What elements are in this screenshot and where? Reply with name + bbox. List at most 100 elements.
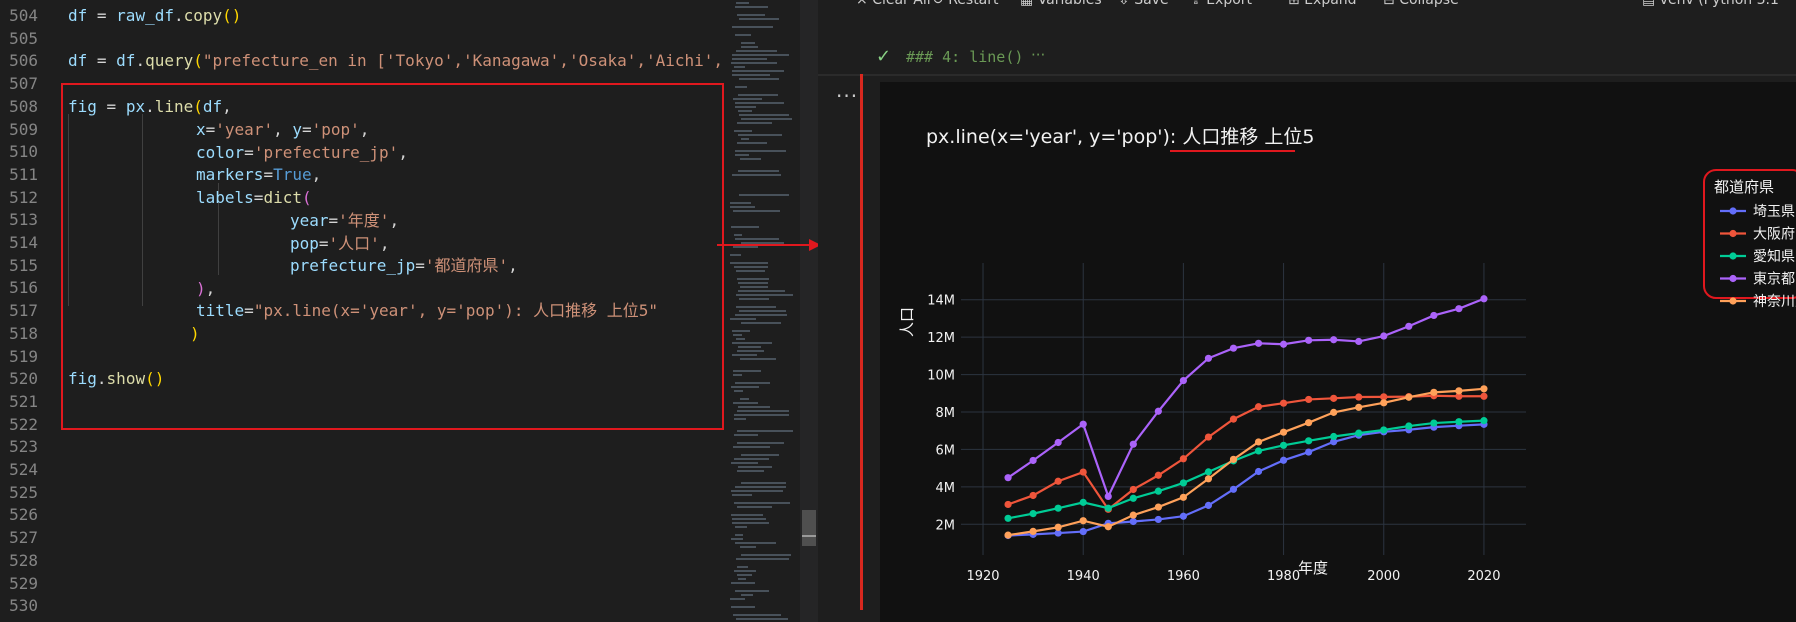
minimap-line bbox=[735, 590, 769, 592]
series-line bbox=[1007, 387, 1485, 537]
data-point bbox=[1380, 399, 1388, 407]
variables-button[interactable]: ▦ Variables bbox=[1020, 0, 1102, 8]
series-line bbox=[1008, 423, 1485, 537]
minimap-line bbox=[739, 18, 779, 20]
minimap-line bbox=[732, 522, 769, 524]
minimap-line bbox=[735, 86, 747, 88]
minimap-line bbox=[738, 282, 768, 284]
data-point bbox=[1279, 456, 1288, 464]
line-chart[interactable]: 1920 1940 1960 1980 2000 2020 2M 4M 6M 8M 10M 12M 14… bbox=[880, 82, 1796, 622]
restart-button[interactable]: ↻ Restart bbox=[932, 0, 999, 8]
legend-swatch-marker bbox=[1729, 274, 1737, 283]
data-point bbox=[1054, 523, 1062, 531]
kernel-selector[interactable]: ▤ venv (Python 3.1 bbox=[1642, 0, 1779, 8]
more-actions-icon[interactable]: ··· bbox=[836, 84, 858, 108]
y-axis-title: 人口 bbox=[898, 307, 916, 337]
data-point bbox=[1305, 395, 1313, 404]
variables-label: Variables bbox=[1037, 0, 1102, 8]
data-point bbox=[1330, 394, 1338, 402]
legend-item-label: 愛知県 bbox=[1753, 248, 1795, 265]
clear-all-button[interactable]: ⨯ Clear All bbox=[856, 0, 931, 8]
minimap-line bbox=[734, 502, 790, 504]
data-point bbox=[1179, 479, 1187, 487]
collapse-button[interactable]: ⊟ Collapse bbox=[1383, 0, 1459, 8]
data-point bbox=[1079, 527, 1087, 536]
minimap-line bbox=[737, 142, 767, 144]
line-number: 522 bbox=[9, 414, 38, 434]
minimap-line bbox=[738, 170, 779, 172]
data-point bbox=[1004, 531, 1012, 539]
data-point bbox=[1455, 387, 1463, 395]
legend[interactable]: 都道府県 埼玉県大阪府愛知県東京都神奈川県 bbox=[1703, 169, 1796, 310]
line-number: 514 bbox=[9, 233, 38, 252]
cell-ellipsis[interactable]: ··· bbox=[1031, 46, 1045, 64]
data-point bbox=[1254, 447, 1263, 455]
minimap-line bbox=[733, 374, 742, 376]
export-button[interactable]: ⇪ Export bbox=[1190, 0, 1252, 8]
minimap-line bbox=[734, 570, 756, 572]
minimap-line bbox=[738, 290, 785, 292]
data-point bbox=[1480, 392, 1488, 400]
data-point bbox=[1254, 438, 1263, 446]
data-point bbox=[1380, 426, 1388, 434]
token: df bbox=[68, 6, 88, 25]
data-point bbox=[1179, 455, 1187, 463]
y-tick-label: 12M bbox=[927, 331, 955, 346]
line-number: 504 bbox=[9, 6, 38, 25]
line-number: 519 bbox=[9, 346, 38, 366]
cell-header[interactable]: ✓ ### 4: line() ··· bbox=[818, 40, 1796, 74]
data-point bbox=[1154, 503, 1162, 511]
plot-output[interactable]: 1920 1940 1960 1980 2000 2020 2M 4M 6M 8M 10M 12M 14… bbox=[880, 82, 1796, 622]
data-point bbox=[1229, 415, 1238, 423]
minimap-line bbox=[730, 202, 751, 204]
export-label: Export bbox=[1206, 0, 1253, 8]
minimap-line bbox=[741, 554, 791, 556]
data-point bbox=[1305, 437, 1313, 445]
minimap-line bbox=[732, 342, 772, 344]
cell-collapsed-title[interactable]: ### 4: line() bbox=[906, 48, 1023, 66]
minimap-line bbox=[733, 446, 770, 448]
line-number: 526 bbox=[9, 505, 38, 525]
token: df bbox=[116, 51, 136, 70]
data-point bbox=[1430, 419, 1438, 427]
minimap-line bbox=[735, 534, 743, 536]
line-number: 507 bbox=[9, 74, 38, 94]
legend-item-label: 東京都 bbox=[1753, 272, 1795, 288]
data-point bbox=[1355, 393, 1363, 401]
data-point bbox=[1405, 393, 1413, 401]
minimap-line bbox=[737, 506, 772, 508]
x-axis-title: 年度 bbox=[1298, 559, 1328, 577]
minimap[interactable] bbox=[726, 0, 800, 622]
code-editor[interactable]: 504 505 506 507 508 509 510 511 512 513 514 515 516 5… bbox=[0, 0, 800, 622]
data-point bbox=[1054, 504, 1062, 512]
data-point bbox=[1229, 344, 1238, 352]
scrollbar-thumb[interactable] bbox=[802, 510, 816, 546]
legend-item-label: 埼玉県 bbox=[1753, 204, 1795, 220]
check-icon: ✓ bbox=[876, 46, 892, 67]
minimap-line bbox=[739, 114, 789, 116]
line-number: 516 bbox=[9, 278, 38, 298]
minimap-line bbox=[734, 418, 746, 420]
minimap-line bbox=[737, 14, 765, 16]
minimap-line bbox=[739, 298, 769, 300]
expand-button[interactable]: ⊞ Expand bbox=[1288, 0, 1357, 8]
token: ( bbox=[193, 51, 203, 70]
minimap-line bbox=[732, 494, 752, 496]
notebook-toolbar: ⨯ Clear All ↻ Restart ▦ Variables ⇩ Save… bbox=[818, 0, 1796, 12]
data-point bbox=[1355, 337, 1363, 346]
minimap-line bbox=[738, 134, 782, 136]
minimap-line bbox=[741, 322, 781, 324]
minimap-line bbox=[735, 154, 749, 156]
data-point bbox=[1330, 408, 1338, 416]
x-tick-label: 1940 bbox=[1067, 569, 1100, 584]
save-button[interactable]: ⇩ Save bbox=[1118, 0, 1169, 8]
data-point bbox=[1029, 510, 1037, 518]
data-point bbox=[1204, 433, 1213, 441]
data-point bbox=[1355, 429, 1363, 437]
notebook-panel[interactable]: ⨯ Clear All ↻ Restart ▦ Variables ⇩ Save… bbox=[818, 0, 1796, 622]
minimap-line bbox=[730, 262, 768, 264]
line-number: 525 bbox=[9, 482, 38, 502]
minimap-line bbox=[734, 266, 768, 268]
data-point bbox=[1029, 456, 1037, 465]
data-point bbox=[1455, 418, 1463, 426]
